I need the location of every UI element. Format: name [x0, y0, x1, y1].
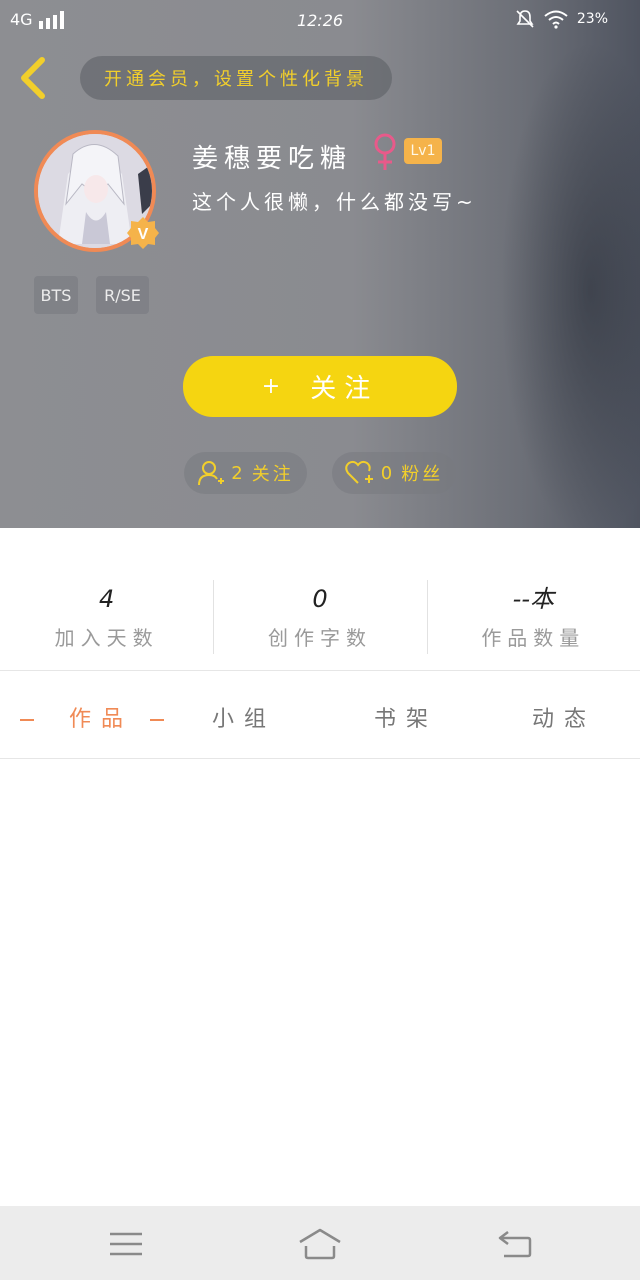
fans-pill[interactable]: 0 粉丝	[332, 452, 456, 494]
stat-value: 0	[312, 585, 328, 613]
back-arrow-icon[interactable]	[496, 1224, 536, 1264]
stats-row: 4 加入天数 0 创作字数 --本 作品数量	[0, 578, 640, 654]
battery-label: 23%	[576, 11, 608, 27]
following-pill[interactable]: 2 关注	[184, 452, 307, 494]
home-icon[interactable]	[298, 1224, 342, 1264]
system-nav-bar	[0, 1206, 640, 1280]
following-label: 关注	[251, 464, 294, 485]
back-button[interactable]	[16, 56, 52, 100]
add-user-icon	[198, 461, 225, 486]
plus-icon: +	[261, 374, 281, 399]
heart-add-icon	[345, 460, 373, 484]
wifi-icon	[544, 10, 568, 29]
status-right: 23%	[515, 9, 630, 29]
tag-bts[interactable]: BTS	[34, 276, 78, 314]
avatar[interactable]: V	[34, 130, 159, 252]
tab-label: 作品	[69, 707, 134, 732]
divider	[0, 670, 640, 671]
stat-works: --本 作品数量	[426, 578, 640, 654]
stat-label: 加入天数	[54, 626, 159, 650]
stat-join-days: 4 加入天数	[0, 578, 213, 654]
stat-value: --本	[512, 585, 554, 613]
stat-label: 创作字数	[267, 626, 372, 650]
tab-indicator-right	[150, 719, 165, 721]
tab-bookshelf[interactable]: 书架	[374, 692, 438, 748]
level-badge: Lv1	[404, 138, 442, 164]
follow-button[interactable]: + 关注	[183, 356, 457, 417]
v-badge-icon: V	[127, 217, 159, 249]
tab-works[interactable]: 作品	[20, 692, 165, 748]
svg-text:V: V	[138, 226, 149, 243]
stat-value: 4	[99, 585, 115, 613]
fans-label: 粉丝	[401, 464, 444, 485]
profile-tabs: 作品 小组 书架 动态	[0, 692, 640, 748]
vip-background-tip[interactable]: 开通会员，设置个性化背景	[80, 56, 392, 100]
stat-label: 作品数量	[481, 626, 586, 650]
chevron-left-icon	[21, 57, 45, 99]
battery-charging-icon	[617, 11, 625, 27]
fans-count: 0	[380, 462, 396, 484]
tag-rise[interactable]: R/SE	[96, 276, 149, 314]
follow-button-label: 关注	[310, 374, 379, 404]
tab-groups[interactable]: 小组	[212, 692, 276, 748]
username: 姜穗要吃糖	[192, 144, 353, 174]
tab-indicator-left	[20, 719, 34, 721]
bio-text: 这个人很懒，什么都没写~	[192, 190, 477, 214]
tab-activity[interactable]: 动态	[532, 692, 596, 748]
menu-icon[interactable]	[106, 1224, 146, 1264]
stat-word-count: 0 创作字数	[213, 578, 426, 654]
status-bar: 4G 12:26 23%	[0, 0, 640, 42]
mute-bell-icon	[516, 10, 534, 28]
following-count: 2	[231, 462, 246, 484]
female-icon	[374, 133, 396, 170]
divider	[0, 758, 640, 759]
